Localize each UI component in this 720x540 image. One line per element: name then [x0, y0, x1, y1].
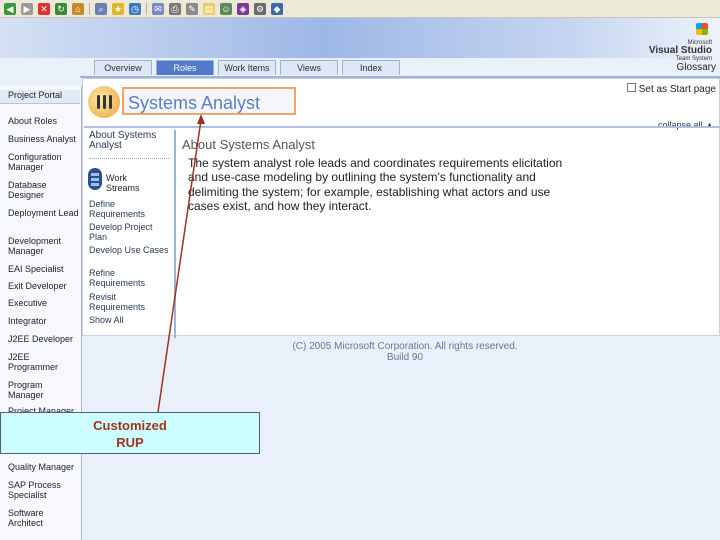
print-icon[interactable]: ⎙	[169, 2, 181, 15]
header-divider	[84, 126, 720, 128]
start-page-option[interactable]: Set as Start page	[626, 83, 716, 95]
project-portal-link[interactable]: Project Portal	[0, 90, 80, 104]
work-stream-link[interactable]: Revisit Requirements	[89, 292, 173, 312]
forward-icon[interactable]: ▶	[21, 2, 33, 15]
research-icon[interactable]: ◈	[237, 2, 249, 15]
sidebar-item[interactable]: Integrator	[8, 316, 80, 326]
sidebar-item[interactable]: J2EE Developer	[8, 334, 80, 344]
start-page-checkbox[interactable]	[626, 83, 636, 92]
show-all-link[interactable]: Show All	[89, 315, 173, 325]
note-icon[interactable]: ▤	[203, 2, 215, 15]
work-streams-icon	[88, 168, 102, 190]
work-streams-heading: Work Streams	[106, 173, 140, 193]
toolbar-separator	[146, 2, 147, 15]
sidebar-item[interactable]: EAI Specialist	[8, 264, 80, 274]
start-page-label: Set as Start page	[638, 84, 716, 95]
copyright-text: (C) 2005 Microsoft Corporation. All righ…	[292, 341, 518, 352]
build-number: Build 90	[386, 352, 424, 363]
favorites-icon[interactable]: ★	[112, 2, 124, 15]
sidebar-item[interactable]: About Roles	[8, 116, 80, 126]
work-stream-link[interactable]: Develop Use Cases	[89, 245, 173, 255]
content-description: The system analyst role leads and coordi…	[188, 156, 563, 214]
history-icon[interactable]: ◷	[129, 2, 141, 15]
work-stream-link[interactable]: Define Requirements	[89, 199, 173, 219]
callout-line-2: RUP	[116, 435, 144, 450]
role-people-icon	[88, 86, 120, 118]
home-icon[interactable]: ⌂	[72, 2, 84, 15]
collapse-arrow-icon: ▲	[705, 120, 714, 130]
collapse-all-link[interactable]: collapse all ▲	[658, 120, 714, 130]
work-stream-link[interactable]: Refine Requirements	[89, 268, 173, 288]
about-systems-analyst-link[interactable]: About Systems Analyst	[89, 131, 171, 151]
sidebar-item[interactable]: Quality Manager	[8, 462, 80, 472]
sidebar-item[interactable]: J2EE Programmer	[8, 352, 80, 372]
header-banner	[0, 18, 720, 58]
tab-index[interactable]: Index	[342, 60, 400, 75]
visual-studio-logo: Microsoft Visual Studio Team System	[648, 22, 712, 62]
tools-icon[interactable]: ⚙	[254, 2, 266, 15]
search-icon[interactable]: ⌕	[95, 2, 107, 15]
glossary-link[interactable]: Glossary	[677, 62, 716, 73]
tab-bar: Overview Roles Work Items Views Index	[94, 60, 404, 76]
browser-toolbar: ◀ ▶ ✕ ↻ ⌂ ⌕ ★ ◷ ✉ ⎙ ✎ ▤ ☺ ◈ ⚙ ◆	[0, 0, 720, 18]
work-stream-link[interactable]: Develop Project Plan	[89, 222, 173, 242]
windows-flag-icon	[696, 23, 708, 35]
callout-line-1: Customized	[93, 418, 167, 433]
sidebar-item[interactable]: Program Manager	[8, 380, 80, 400]
tab-overview[interactable]: Overview	[94, 60, 152, 75]
messenger-icon[interactable]: ☺	[220, 2, 232, 15]
tab-views[interactable]: Views	[280, 60, 338, 75]
sidebar-item[interactable]: Database Designer	[8, 180, 80, 200]
refresh-icon[interactable]: ↻	[55, 2, 67, 15]
annotation-callout: Customized RUP	[0, 412, 260, 454]
nav-divider	[89, 158, 169, 159]
sidebar-item[interactable]: Deployment Lead	[8, 208, 80, 218]
sidebar-item[interactable]: Exit Developer	[8, 281, 80, 291]
toolbar-separator	[89, 2, 90, 15]
logo-line-2: Visual Studio	[648, 45, 712, 56]
sidebar-item[interactable]: Business Analyst	[8, 134, 80, 144]
sidebar-item[interactable]: Software Architect	[8, 508, 80, 528]
edit-icon[interactable]: ✎	[186, 2, 198, 15]
tab-roles[interactable]: Roles	[156, 60, 214, 75]
tab-work-items[interactable]: Work Items	[218, 60, 276, 75]
sidebar-item[interactable]: SAP Process Specialist	[8, 480, 80, 500]
page-title: Systems Analyst	[128, 93, 261, 113]
sidebar-item[interactable]: Executive	[8, 298, 80, 308]
back-icon[interactable]: ◀	[4, 2, 16, 15]
discuss-icon[interactable]: ◆	[271, 2, 283, 15]
footer: (C) 2005 Microsoft Corporation. All righ…	[290, 341, 520, 363]
sidebar-item[interactable]: Development Manager	[8, 236, 80, 256]
content-title: About Systems Analyst	[182, 137, 315, 152]
stop-icon[interactable]: ✕	[38, 2, 50, 15]
mail-icon[interactable]: ✉	[152, 2, 164, 15]
collapse-all-label: collapse all	[658, 120, 703, 130]
sidebar-item[interactable]: Configuration Manager	[8, 152, 80, 172]
